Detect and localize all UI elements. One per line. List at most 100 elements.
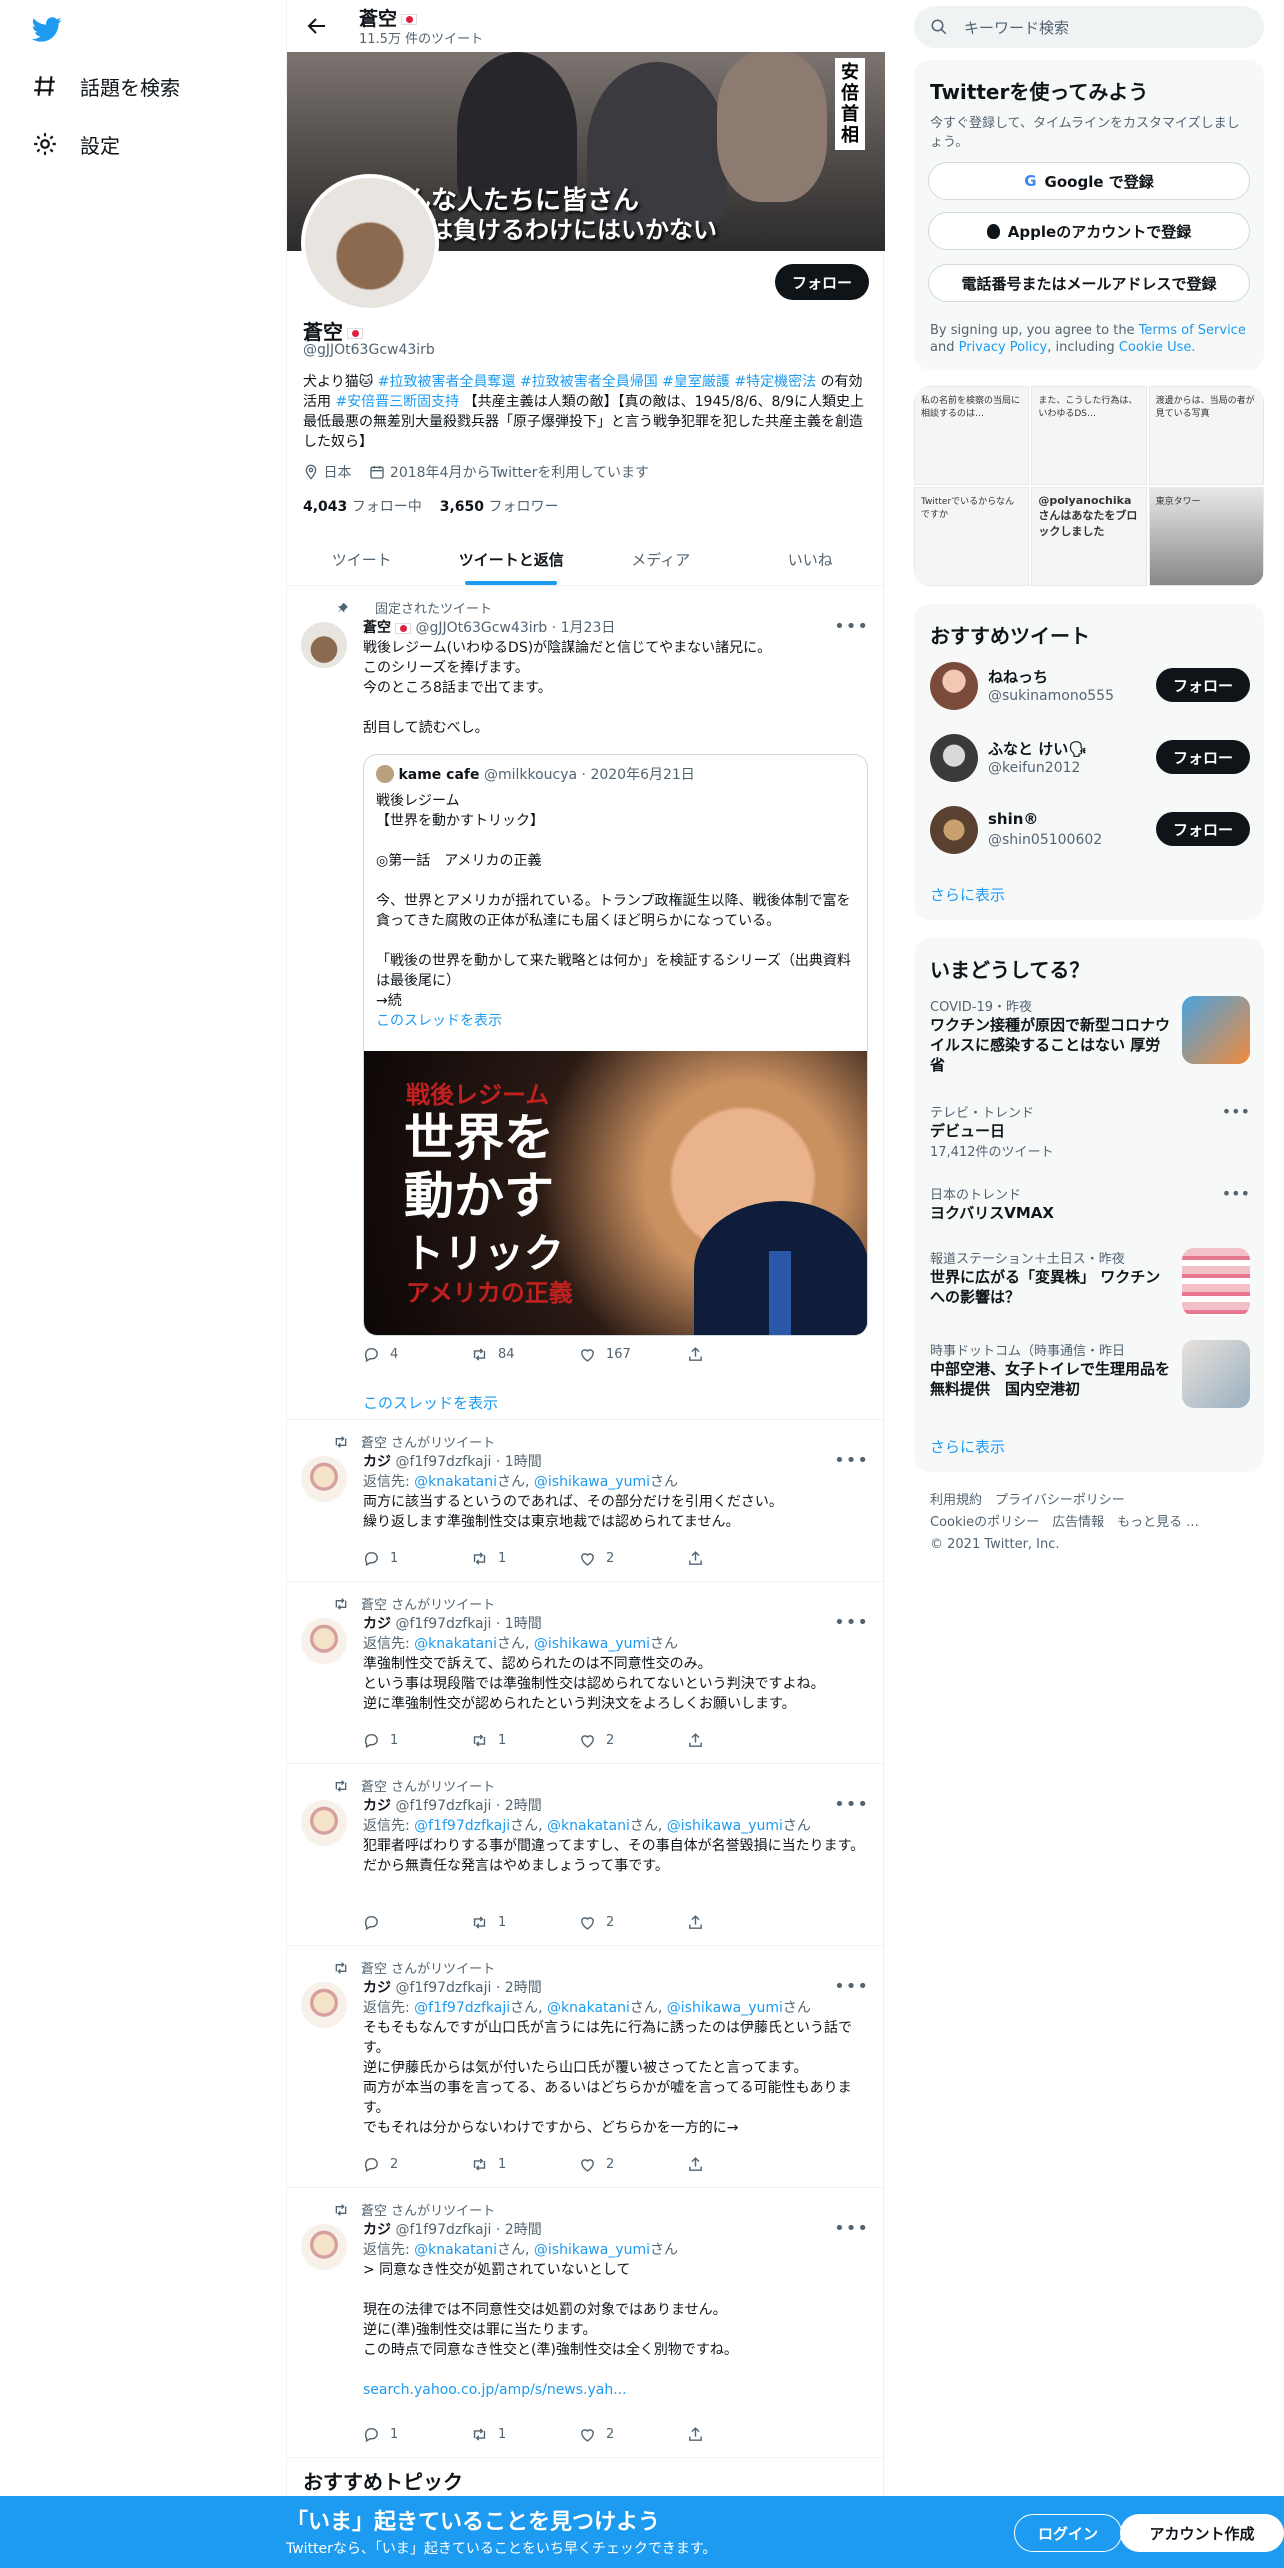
profile-avatar[interactable]	[301, 174, 439, 312]
follow-button[interactable]: フォロー	[775, 264, 869, 300]
show-more-link[interactable]: さらに表示	[930, 1436, 1005, 1457]
tweet-author-handle[interactable]: @gJJOt63Gcw43irb	[415, 620, 547, 636]
footer-link[interactable]: 広告情報	[1052, 1515, 1104, 1530]
media-thumb[interactable]: 私の名前を検察の当局に相談するのは…	[914, 386, 1030, 485]
hashtag-link[interactable]: #特定機密法	[734, 374, 816, 390]
hashtag-link[interactable]: #拉致被害者全員帰国	[520, 374, 658, 390]
more-options-icon[interactable]: •••	[834, 1794, 869, 1815]
reply-button[interactable]: 1	[363, 1550, 471, 1567]
retweet-item[interactable]: 蒼空 さんがリツイート カジ @f1f97dzfkaji · 2時間 返信先: …	[287, 1946, 885, 2188]
tweet-author-name[interactable]: カジ	[363, 1980, 391, 1996]
quote-image[interactable]: 戦後レジーム 世界を 動かす トリック アメリカの正義	[364, 1051, 867, 1335]
media-thumb[interactable]: 東京タワー	[1148, 487, 1264, 586]
tweet-author-handle[interactable]: @f1f97dzfkaji	[395, 1454, 491, 1470]
retweet-button[interactable]: 1	[471, 1550, 579, 1567]
login-button[interactable]: ログイン	[1014, 2514, 1122, 2552]
more-options-icon[interactable]: •••	[1222, 1102, 1250, 1121]
hashtag-link[interactable]: #皇室厳護	[662, 374, 730, 390]
media-thumb[interactable]: 渡邊からは、当局の者が見ている写真	[1148, 386, 1264, 485]
reply-to-link[interactable]: @ishikawa_yumi	[667, 1818, 783, 1834]
recommended-user[interactable]: ねねっち @sukinamono555 フォロー	[930, 658, 1250, 714]
privacy-link[interactable]: Privacy Policy	[959, 340, 1048, 355]
footer-link[interactable]: プライバシーポリシー	[995, 1493, 1125, 1508]
cookie-link[interactable]: Cookie Use.	[1119, 340, 1196, 355]
tweet-avatar[interactable]	[301, 1618, 347, 1664]
signup-button[interactable]: アカウント作成	[1120, 2514, 1284, 2552]
reply-to-link[interactable]: @ishikawa_yumi	[534, 2242, 650, 2258]
reply-to-link[interactable]: @f1f97dzfkaji	[414, 1818, 510, 1834]
trend-item[interactable]: COVID-19・昨夜 ワクチン接種が原因で新型コロナウイルスに感染することはな…	[930, 996, 1250, 1075]
reply-button[interactable]	[363, 1914, 471, 1931]
search-box[interactable]: キーワード検索	[914, 6, 1264, 48]
trend-item[interactable]: 日本のトレンド ヨクバリスVMAX •••	[930, 1184, 1250, 1223]
followers-link[interactable]: 3,650 フォロワー	[440, 496, 559, 516]
tweet-avatar[interactable]	[301, 1800, 347, 1846]
tweet-time[interactable]: 1時間	[505, 1454, 542, 1470]
like-button[interactable]: 2	[579, 1732, 687, 1749]
reply-to-link[interactable]: @knakatani	[547, 1818, 630, 1834]
reply-to-link[interactable]: @knakatani	[414, 1474, 497, 1490]
retweet-button[interactable]: 1	[471, 2426, 579, 2443]
tweet-avatar[interactable]	[301, 622, 347, 668]
more-options-icon[interactable]: •••	[834, 2218, 869, 2239]
tab-tweets[interactable]: ツイート	[287, 534, 437, 585]
share-button[interactable]	[687, 1346, 795, 1363]
tweet-author-name[interactable]: カジ	[363, 2222, 391, 2238]
back-arrow-icon[interactable]	[305, 14, 329, 38]
follow-button[interactable]: フォロー	[1156, 740, 1250, 774]
tweet-author-name[interactable]: 蒼空	[363, 620, 391, 636]
tweet-time[interactable]: 1月23日	[561, 620, 616, 636]
retweet-button[interactable]: 84	[471, 1346, 579, 1363]
tweet-link[interactable]: search.yahoo.co.jp/amp/s/news.yah...	[363, 2380, 869, 2400]
share-button[interactable]	[687, 2426, 795, 2443]
like-button[interactable]: 167	[579, 1346, 687, 1363]
media-thumb[interactable]: @polyanochikaさんはあなたをブロックしました	[1031, 487, 1147, 586]
tweet-author-handle[interactable]: @f1f97dzfkaji	[395, 1980, 491, 1996]
reply-button[interactable]: 4	[363, 1346, 471, 1363]
profile-media-grid[interactable]: 私の名前を検察の当局に相談するのは… また、こうした行為は、いわゆるDS… 渡邊…	[914, 386, 1264, 586]
retweet-button[interactable]: 1	[471, 1914, 579, 1931]
more-options-icon[interactable]: •••	[1222, 1184, 1250, 1203]
footer-link[interactable]: Cookieのポリシー	[930, 1515, 1039, 1530]
tab-tweets-and-replies[interactable]: ツイートと返信	[437, 534, 587, 585]
tweet-time[interactable]: 2時間	[505, 1980, 542, 1996]
share-button[interactable]	[687, 1732, 795, 1749]
show-more-link[interactable]: さらに表示	[930, 884, 1005, 905]
like-button[interactable]: 2	[579, 2426, 687, 2443]
reply-to-link[interactable]: @knakatani	[414, 1636, 497, 1652]
retweet-item[interactable]: 蒼空 さんがリツイート カジ @f1f97dzfkaji · 1時間 返信先: …	[287, 1582, 885, 1764]
reply-to-link[interactable]: @knakatani	[414, 2242, 497, 2258]
hashtag-link[interactable]: #拉致被害者全員奪還	[378, 374, 516, 390]
like-button[interactable]: 2	[579, 2156, 687, 2173]
following-link[interactable]: 4,043 フォロー中	[303, 496, 422, 516]
trend-item[interactable]: 時事ドットコム（時事通信・昨日 中部空港、女子トイレで生理用品を無料提供 国内空…	[930, 1340, 1250, 1408]
reply-to-link[interactable]: @knakatani	[547, 2000, 630, 2016]
more-options-icon[interactable]: •••	[834, 1976, 869, 1997]
tweet-author-handle[interactable]: @f1f97dzfkaji	[395, 1798, 491, 1814]
reply-to-link[interactable]: @ishikawa_yumi	[534, 1474, 650, 1490]
footer-link[interactable]: 利用規約	[930, 1493, 982, 1508]
reply-to-link[interactable]: @ishikawa_yumi	[534, 1636, 650, 1652]
trend-item[interactable]: テレビ・トレンド デビュー日 17,412件のツイート •••	[930, 1102, 1250, 1160]
hashtag-link[interactable]: #安倍晋三断固支持	[335, 394, 459, 410]
tweet-time[interactable]: 1時間	[505, 1616, 542, 1632]
share-button[interactable]	[687, 2156, 795, 2173]
like-button[interactable]: 2	[579, 1550, 687, 1567]
reply-to-link[interactable]: @ishikawa_yumi	[667, 2000, 783, 2016]
recommended-user[interactable]: shin® @shin05100602 フォロー	[930, 802, 1250, 858]
follow-button[interactable]: フォロー	[1156, 812, 1250, 846]
phone-signup-button[interactable]: 電話番号またはメールアドレスで登録	[928, 264, 1250, 302]
tab-likes[interactable]: いいね	[736, 534, 886, 585]
tweet-time[interactable]: 2時間	[505, 2222, 542, 2238]
tweet-author-name[interactable]: カジ	[363, 1454, 391, 1470]
footer-link[interactable]: もっと見る ...	[1117, 1515, 1199, 1530]
google-signup-button[interactable]: G Google で登録	[928, 162, 1250, 200]
show-thread-link[interactable]: このスレッドを表示	[363, 1392, 498, 1413]
tab-media[interactable]: メディア	[586, 534, 736, 585]
apple-signup-button[interactable]: Appleのアカウントで登録	[928, 212, 1250, 250]
like-button[interactable]: 2	[579, 1914, 687, 1931]
nav-settings[interactable]: 設定	[32, 124, 120, 164]
tweet-author-name[interactable]: カジ	[363, 1616, 391, 1632]
reply-to-link[interactable]: @f1f97dzfkaji	[414, 2000, 510, 2016]
media-thumb[interactable]: Twitterでいるからなんですか	[914, 487, 1030, 586]
